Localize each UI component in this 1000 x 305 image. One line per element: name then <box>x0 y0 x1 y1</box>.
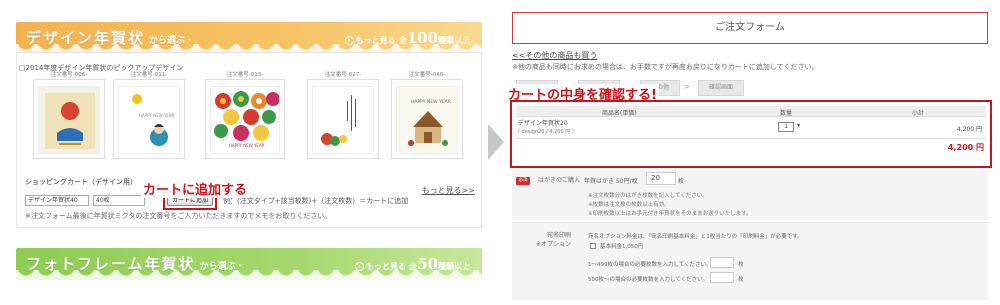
other-products-note: ※他の商品も同時にお求めの場合は、お手数ですが再度お戻りになりカートに追加してく… <box>512 63 819 71</box>
base-fee-label: 基本料金1,050円 <box>600 244 644 250</box>
thumb-image <box>312 86 374 154</box>
pickup-card-area: □2014年度デザイン年賀状のピックアップデザイン 注文番号-006- 注文番号… <box>16 52 482 228</box>
svg-text:HAPPY NEW YEAR: HAPPY NEW YEAR <box>229 143 265 148</box>
table-header: 商品名(単価) 数量 小計 <box>516 106 986 117</box>
header-product: 商品名(単価) <box>602 110 637 117</box>
step-confirm: 確認画面 <box>698 80 744 96</box>
cart-formula: 例：(注文タイプ+該当枚数)+（注文枚数）＝カートに追加 <box>223 197 409 205</box>
design-thumb[interactable]: 注文番号-006- <box>33 72 105 159</box>
hagaki-rate: 年賀はがき 50円/枚 <box>584 178 638 185</box>
svg-text:HAPPY NEW YEAR: HAPPY NEW YEAR <box>411 99 451 105</box>
order-form-title: ご注文フォーム <box>512 12 988 44</box>
banner-more[interactable]: › もっと見る 全50種類以上 <box>354 255 470 273</box>
banner-title: フォトフレーム年賀状 から選ぶ・ <box>26 255 245 273</box>
cart-contents-highlight: 商品名(単価) 数量 小計 デザイン年賀状20 ( design20 / 4,2… <box>510 100 992 168</box>
total-row: 4,200 円 <box>516 139 986 153</box>
quantity-select[interactable]: 1 <box>778 122 794 132</box>
hagaki-label: はがきのご購入 <box>538 177 581 184</box>
total-amount: 4,200 円 <box>947 143 984 152</box>
address-row-2: 500枚〜の場合の必要枚数を入力してください。 <box>588 277 709 283</box>
left-panel: デザイン年賀状 から選ぶ・ › もっと見る 全100種類以上 □2014年度デザイン… <box>10 12 488 302</box>
banner-title: デザイン年賀状 から選ぶ・ <box>26 29 195 47</box>
subtotal-cell: 4,200 円 <box>956 126 982 133</box>
hagaki-notes: ※注文枚数分のはがき枚数を記入してください。 ※枚数は注文枚の枚数以上有効。 ※… <box>588 193 752 217</box>
arrow-circle-icon: › <box>354 262 364 271</box>
design-thumb[interactable]: 注文番号-013- HAPPY NEW YEAR <box>205 72 285 159</box>
thumb-image <box>38 86 100 154</box>
address-label: 宛名印刷 ※オプション <box>536 232 572 248</box>
transition-arrow-icon <box>488 124 504 160</box>
chevron-down-icon[interactable]: ▾ <box>797 122 800 129</box>
product-cell: デザイン年賀状20 ( design20 / 4,200 円 ) <box>518 120 574 135</box>
address-description: 宛名オプション料金は、「宛名印刷基本料金」と1枚当たりの「印刷料金」が必要です。 <box>588 234 803 240</box>
order-form-panel: ご注文フォーム <<その他の商品も買う ※他の商品も同時にお求めの場合は、お手数… <box>506 8 994 300</box>
address-count-input-2[interactable] <box>710 272 734 283</box>
address-print-section: 宛名印刷 ※オプション 宛名オプション料金は、「宛名印刷基本料金」と1枚当たりの… <box>512 222 988 300</box>
add-to-cart-annotation: カートに追加する <box>141 179 250 198</box>
quantity-select[interactable]: 40枚 <box>93 195 145 206</box>
thumb-image: HAPPY NEW YEAR <box>118 86 180 154</box>
cart-note: ※注文フォーム最後に年賀状ミクタの注文番号をご入力いただきますのでメモをお取りく… <box>25 212 332 220</box>
thumb-image: HAPPY NEW YEAR <box>210 86 280 154</box>
header-subtotal: 小計 <box>912 110 925 117</box>
order-table: 商品名(単価) 数量 小計 デザイン年賀状20 ( design20 / 4,2… <box>516 106 986 153</box>
thumb-image: HAPPY NEW YEAR <box>396 86 458 154</box>
base-fee-checkbox[interactable] <box>590 243 596 249</box>
banner-more[interactable]: › もっと見る 全100種類以上 <box>344 29 470 47</box>
photoframe-nengajo-banner[interactable]: フォトフレーム年賀状 から選ぶ・ › もっと見る 全50種類以上 <box>16 248 482 280</box>
other-products-link[interactable]: <<その他の商品も買う <box>512 50 597 61</box>
design-thumb[interactable]: 注文番号-027- <box>307 72 379 159</box>
hagaki-quantity-input[interactable]: 20 <box>646 172 676 185</box>
design-thumb[interactable]: 注文番号-046- HAPPY NEW YEAR <box>391 72 463 159</box>
required-badge: 必須 <box>516 177 530 185</box>
design-thumb[interactable]: 注文番号-011- HAPPY NEW YEAR <box>113 72 185 159</box>
table-row: デザイン年賀状20 ( design20 / 4,200 円 ) 1 ▾ 4,2… <box>516 117 986 139</box>
design-nengajo-banner[interactable]: デザイン年賀状 から選ぶ・ › もっと見る 全100種類以上 <box>16 22 482 54</box>
address-row-1: 1〜499枚の場合の必要枚数を入力してください。 <box>588 262 712 268</box>
design-select[interactable]: デザイン年賀状40 <box>25 195 89 206</box>
cart-label: ショッピングカート（デザイン用） <box>25 178 137 186</box>
arrow-circle-icon: › <box>344 36 354 45</box>
address-count-input-1[interactable] <box>710 257 734 268</box>
header-qty: 数量 <box>780 110 793 117</box>
hagaki-purchase-section: 必須 はがきのご購入 年賀はがき 50円/枚 20 枚 ※注文枚数分のはがき枚数… <box>512 170 988 220</box>
svg-text:HAPPY NEW YEAR: HAPPY NEW YEAR <box>139 113 175 118</box>
